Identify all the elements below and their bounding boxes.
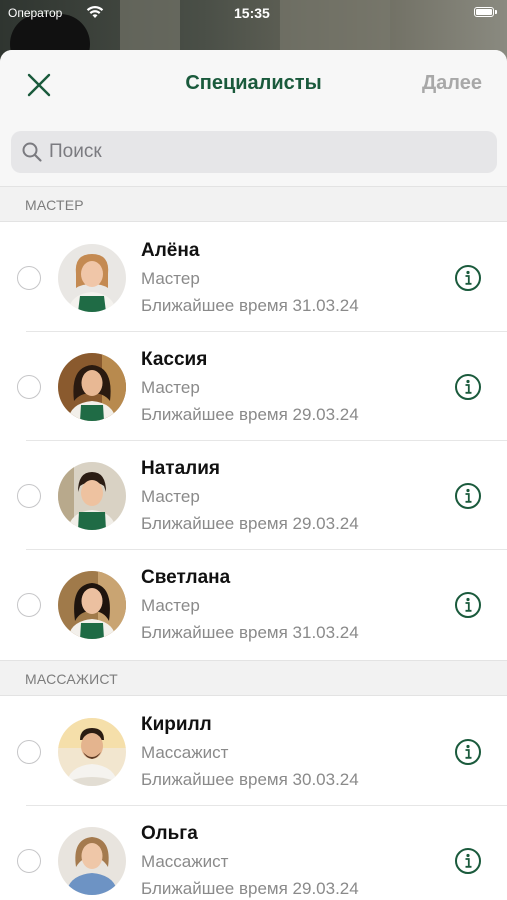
specialist-row[interactable]: Кассия Мастер Ближайшее время 29.03.24 [0, 332, 507, 441]
specialist-role: Массажист [141, 743, 229, 762]
nearest-time: Ближайшее время 30.03.24 [141, 770, 359, 789]
specialist-avatar [58, 571, 126, 639]
info-icon[interactable] [454, 847, 482, 875]
select-radio[interactable] [17, 593, 41, 617]
specialist-avatar [58, 827, 126, 895]
select-radio[interactable] [17, 266, 41, 290]
specialist-name: Кирилл [141, 714, 212, 735]
select-radio[interactable] [17, 740, 41, 764]
nearest-time: Ближайшее время 31.03.24 [141, 623, 359, 642]
search-area [0, 118, 507, 186]
info-icon[interactable] [454, 738, 482, 766]
specialist-avatar [58, 718, 126, 786]
info-icon[interactable] [454, 482, 482, 510]
specialist-row[interactable]: Наталия Мастер Ближайшее время 29.03.24 [0, 441, 507, 550]
clock: 15:35 [234, 5, 270, 21]
carrier-label: Оператор [8, 6, 63, 20]
specialist-name: Ольга [141, 823, 198, 844]
specialist-name: Наталия [141, 458, 220, 479]
specialist-name: Алёна [141, 240, 200, 261]
nav-bar: Специалисты Далее [0, 50, 507, 118]
nearest-time: Ближайшее время 29.03.24 [141, 405, 359, 424]
specialist-avatar [58, 244, 126, 312]
specialists-sheet: Специалисты Далее МАСТЕР Алёна Мастер Бл… [0, 50, 507, 900]
specialist-role: Мастер [141, 269, 200, 288]
specialist-row[interactable]: Ольга Массажист Ближайшее время 29.03.24 [0, 806, 507, 900]
nearest-time: Ближайшее время 29.03.24 [141, 879, 359, 898]
specialist-name: Кассия [141, 349, 208, 370]
specialist-role: Мастер [141, 378, 200, 397]
specialist-role: Мастер [141, 487, 200, 506]
search-icon [22, 142, 42, 162]
section-title: МАСТЕР [25, 197, 84, 213]
status-bar: Оператор 15:35 [0, 0, 507, 28]
section-title: МАССАЖИСТ [25, 671, 118, 687]
specialist-role: Массажист [141, 852, 229, 871]
nearest-time: Ближайшее время 31.03.24 [141, 296, 359, 315]
info-icon[interactable] [454, 264, 482, 292]
specialist-role: Мастер [141, 596, 200, 615]
specialist-name: Светлана [141, 567, 231, 588]
select-radio[interactable] [17, 484, 41, 508]
info-icon[interactable] [454, 591, 482, 619]
section-header-master: МАСТЕР [0, 186, 507, 222]
specialist-row[interactable]: Алёна Мастер Ближайшее время 31.03.24 [0, 223, 507, 332]
battery-icon [474, 7, 497, 17]
wifi-icon [86, 6, 104, 18]
select-radio[interactable] [17, 849, 41, 873]
specialist-row[interactable]: Кирилл Массажист Ближайшее время 30.03.2… [0, 697, 507, 806]
section-header-masseur: МАССАЖИСТ [0, 660, 507, 696]
search-bar[interactable] [11, 131, 497, 173]
specialist-avatar [58, 353, 126, 421]
next-button[interactable]: Далее [422, 72, 482, 95]
specialist-avatar [58, 462, 126, 530]
info-icon[interactable] [454, 373, 482, 401]
select-radio[interactable] [17, 375, 41, 399]
specialist-row[interactable]: Светлана Мастер Ближайшее время 31.03.24 [0, 550, 507, 659]
nearest-time: Ближайшее время 29.03.24 [141, 514, 359, 533]
search-input[interactable] [49, 131, 479, 173]
